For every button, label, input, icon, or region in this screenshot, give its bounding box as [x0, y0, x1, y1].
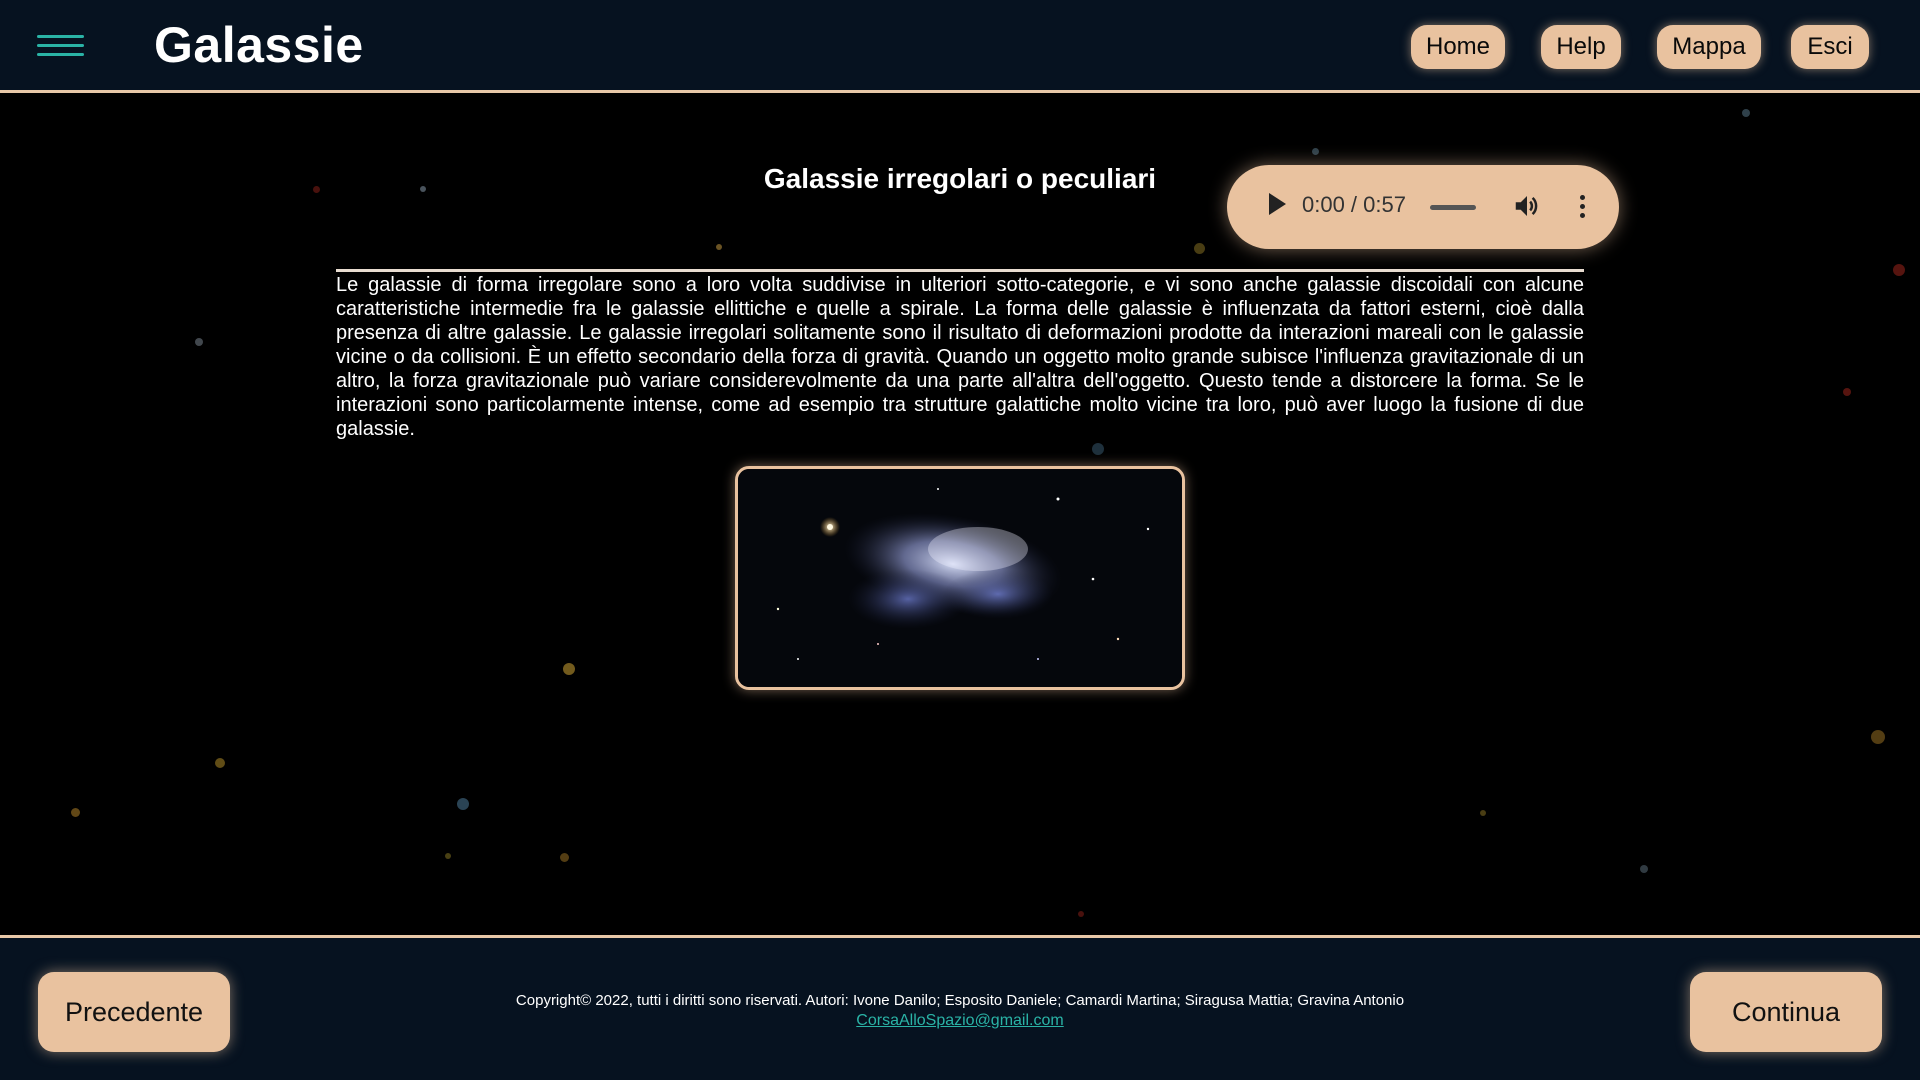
- volume-icon[interactable]: [1512, 191, 1542, 221]
- audio-time: 0:00 / 0:57: [1302, 192, 1406, 217]
- copyright-text: Copyright© 2022, tutti i diritti sono ri…: [515, 992, 1405, 1009]
- nav-home-button[interactable]: Home: [1411, 25, 1505, 69]
- more-vertical-icon[interactable]: [1577, 193, 1587, 221]
- page-title: Galassie: [154, 17, 364, 73]
- bottom-bar: Precedente Copyright© 2022, tutti i diri…: [0, 935, 1920, 1080]
- email-link-wrapper: CorsaAlloSpazio@gmail.com: [360, 1012, 1560, 1030]
- divider: [336, 269, 1584, 272]
- galaxy-image: [735, 466, 1185, 690]
- previous-button[interactable]: Precedente: [38, 972, 230, 1052]
- hamburger-icon[interactable]: [37, 35, 84, 57]
- nav-esci-button[interactable]: Esci: [1791, 25, 1869, 69]
- nav-mappa-button[interactable]: Mappa: [1657, 25, 1761, 69]
- audio-progress-slider[interactable]: [1430, 205, 1476, 210]
- content-area: Galassie irregolari o peculiari 0:00 / 0…: [0, 93, 1920, 935]
- email-link[interactable]: CorsaAlloSpazio@gmail.com: [856, 1012, 1063, 1029]
- audio-player[interactable]: 0:00 / 0:57: [1227, 165, 1619, 249]
- nav-help-button[interactable]: Help: [1541, 25, 1621, 69]
- section-title: Galassie irregolari o peculiari: [763, 163, 1157, 194]
- play-icon[interactable]: [1269, 193, 1286, 215]
- continue-button[interactable]: Continua: [1690, 972, 1882, 1052]
- body-text: Le galassie di forma irregolare sono a l…: [336, 274, 1584, 440]
- top-bar: Galassie Home Help Mappa Esci: [0, 0, 1920, 93]
